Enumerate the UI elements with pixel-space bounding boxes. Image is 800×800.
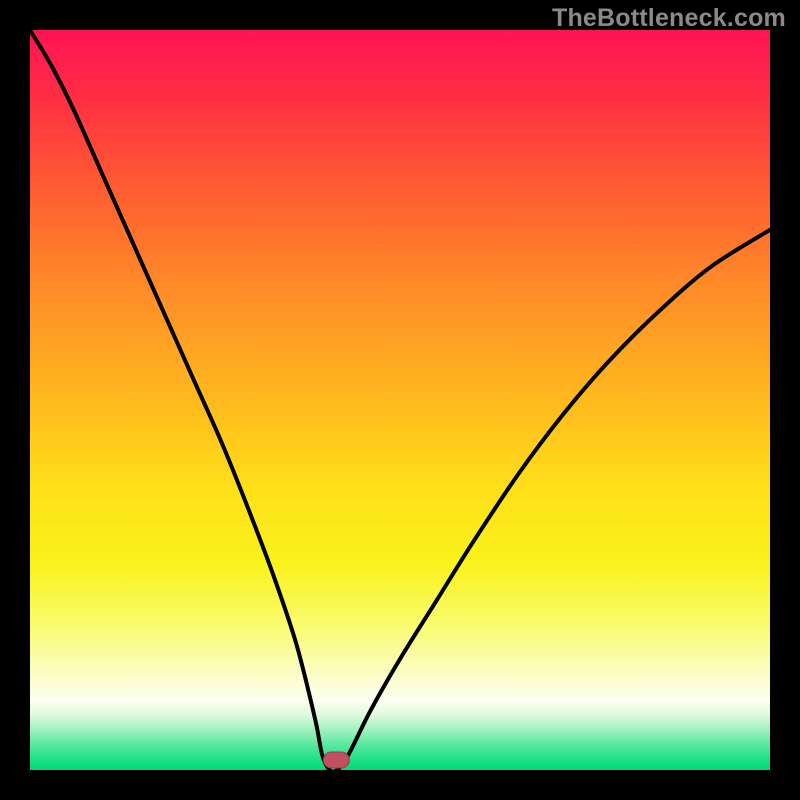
optimum-marker: [323, 752, 349, 768]
bottleneck-chart: [0, 0, 800, 800]
frame: TheBottleneck.com: [0, 0, 800, 800]
